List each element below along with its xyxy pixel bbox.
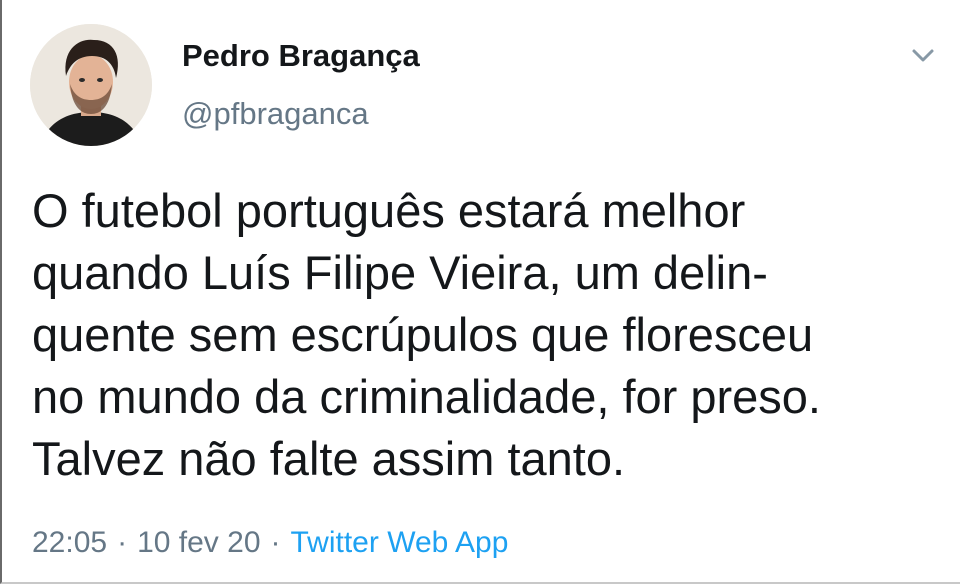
tweet-card: Pedro Bragança @pfbraganca O futebol por… (0, 0, 960, 584)
tweet-text-line: quente sem escrúpulos que floresceu (32, 308, 814, 361)
tweet-source-link[interactable]: Twitter Web App (291, 526, 509, 559)
tweet-menu-button[interactable] (906, 38, 940, 72)
tweet-time[interactable]: 22:05 (32, 526, 107, 559)
avatar-image (30, 24, 152, 146)
meta-separator: · (117, 526, 128, 559)
chevron-down-icon (912, 49, 934, 62)
tweet-text-line: O futebol português estará melhor (32, 184, 746, 237)
author-display-name[interactable]: Pedro Bragança (182, 38, 420, 74)
tweet-text-line: no mundo da criminalidade, for preso. (32, 370, 821, 423)
meta-separator: · (270, 526, 281, 559)
tweet-metadata: 22:05 · 10 fev 20 · Twitter Web App (32, 526, 508, 560)
avatar[interactable] (30, 24, 152, 146)
tweet-text-line: quando Luís Filipe Vieira, um delin- (32, 246, 768, 299)
tweet-date[interactable]: 10 fev 20 (137, 526, 260, 559)
author-handle[interactable]: @pfbraganca (182, 96, 369, 132)
tweet-text-line: Talvez não falte assim tanto. (32, 432, 626, 485)
tweet-text: O futebol português estará melhor quando… (32, 180, 932, 490)
